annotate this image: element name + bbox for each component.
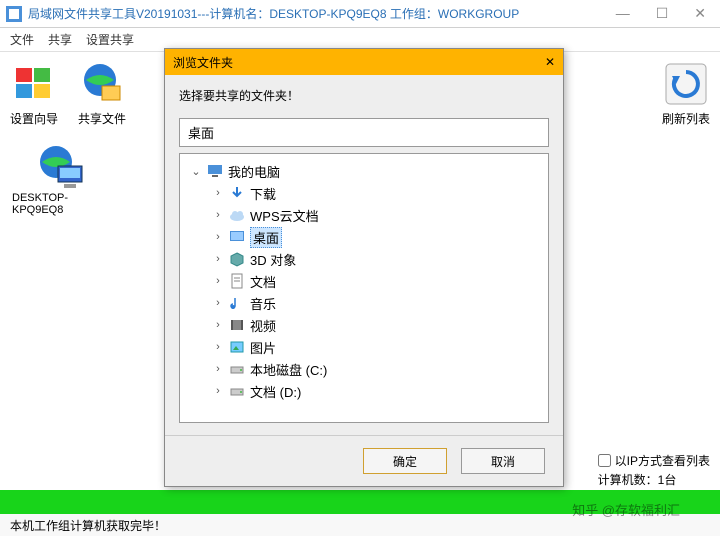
refresh-button[interactable]: 刷新列表 xyxy=(662,60,710,127)
window-title: 局域网文件共享工具V20191031---计算机名：DESKTOP-KPQ9EQ… xyxy=(28,5,519,22)
tree-label: 文档 xyxy=(250,272,276,291)
wizard-button[interactable]: 设置向导 xyxy=(10,60,58,127)
menu-set-share[interactable]: 设置共享 xyxy=(86,31,134,48)
tree-label: 本地磁盘 (C:) xyxy=(250,360,327,379)
computer-item[interactable]: DESKTOP-KPQ9EQ8 xyxy=(12,144,112,216)
dialog-titlebar: 浏览文件夹 ✕ xyxy=(165,49,563,75)
tree-label: 图片 xyxy=(250,338,276,357)
expand-icon[interactable]: › xyxy=(212,275,224,287)
tree-node-desktop[interactable]: › 桌面 xyxy=(184,226,544,248)
expand-icon[interactable]: › xyxy=(212,253,224,265)
computer-name-label: DESKTOP-KPQ9EQ8 xyxy=(12,192,112,216)
maximize-button[interactable]: ☐ xyxy=(648,3,677,24)
watermark: 知乎 @存软福利汇 xyxy=(572,500,680,519)
tree-node-videos[interactable]: › 视频 xyxy=(184,314,544,336)
computer-count-label: 计算机数：1台 xyxy=(598,471,677,488)
minimize-button[interactable]: — xyxy=(608,3,638,24)
status-text: 本机工作组计算机获取完毕！ xyxy=(10,517,166,534)
dialog-title-text: 浏览文件夹 xyxy=(173,54,233,71)
tree-node-mycomputer[interactable]: ⌄ 我的电脑 xyxy=(184,160,544,182)
ip-mode-label: 以IP方式查看列表 xyxy=(615,452,710,469)
menu-file[interactable]: 文件 xyxy=(10,31,34,48)
film-icon xyxy=(228,316,246,334)
tree-label: 我的电脑 xyxy=(228,162,280,181)
dialog-buttons: 确定 取消 xyxy=(165,435,563,486)
expand-icon[interactable]: › xyxy=(212,187,224,199)
expand-icon[interactable]: › xyxy=(212,319,224,331)
tree-label: 音乐 xyxy=(250,294,276,313)
browse-folder-dialog: 浏览文件夹 ✕ 选择要共享的文件夹！ 桌面 ⌄ 我的电脑 › 下载 › WPS云… xyxy=(164,48,564,487)
expand-icon[interactable]: › xyxy=(212,297,224,309)
cube-icon xyxy=(228,250,246,268)
dialog-prompt: 选择要共享的文件夹！ xyxy=(179,87,549,104)
tree-node-wps[interactable]: › WPS云文档 xyxy=(184,204,544,226)
drive-icon xyxy=(228,382,246,400)
refresh-label: 刷新列表 xyxy=(662,110,710,127)
expand-icon[interactable]: › xyxy=(212,341,224,353)
tree-label: 文档 (D:) xyxy=(250,382,301,401)
monitor-icon xyxy=(206,162,224,180)
share-file-label: 共享文件 xyxy=(78,110,126,127)
tree-label: 桌面 xyxy=(250,227,282,248)
tree-node-documents[interactable]: › 文档 xyxy=(184,270,544,292)
wizard-label: 设置向导 xyxy=(10,110,58,127)
expand-icon[interactable]: › xyxy=(212,231,224,243)
cloud-icon xyxy=(228,206,246,224)
expand-icon[interactable]: › xyxy=(212,385,224,397)
tree-node-pictures[interactable]: › 图片 xyxy=(184,336,544,358)
tree-label: 下载 xyxy=(250,184,276,203)
ip-mode-input[interactable] xyxy=(598,454,611,467)
tree-label: 3D 对象 xyxy=(250,250,296,269)
tree-node-downloads[interactable]: › 下载 xyxy=(184,182,544,204)
menu-share[interactable]: 共享 xyxy=(48,31,72,48)
expand-icon[interactable]: › xyxy=(212,363,224,375)
computer-globe-icon xyxy=(38,144,86,192)
tree-label: WPS云文档 xyxy=(250,206,319,225)
folder-tree[interactable]: ⌄ 我的电脑 › 下载 › WPS云文档 › 桌面 › xyxy=(179,153,549,423)
expand-icon[interactable]: ⌄ xyxy=(190,165,202,178)
tree-node-disk-c[interactable]: › 本地磁盘 (C:) xyxy=(184,358,544,380)
dialog-body: 选择要共享的文件夹！ 桌面 ⌄ 我的电脑 › 下载 › WPS云文档 › 桌 xyxy=(165,75,563,435)
windows-flag-icon xyxy=(10,60,58,108)
globe-folder-icon xyxy=(78,60,126,108)
right-bottom-panel: 以IP方式查看列表 计算机数：1台 xyxy=(598,452,710,488)
picture-icon xyxy=(228,338,246,356)
app-icon xyxy=(6,6,22,22)
share-file-button[interactable]: 共享文件 xyxy=(78,60,126,127)
tree-label: 视频 xyxy=(250,316,276,335)
download-arrow-icon xyxy=(228,184,246,202)
expand-icon[interactable]: › xyxy=(212,209,224,221)
drive-icon xyxy=(228,360,246,378)
tree-node-3dobjects[interactable]: › 3D 对象 xyxy=(184,248,544,270)
music-note-icon xyxy=(228,294,246,312)
window-controls: — ☐ ✕ xyxy=(608,3,714,24)
path-input[interactable]: 桌面 xyxy=(179,118,549,147)
cancel-button[interactable]: 取消 xyxy=(461,448,545,474)
desktop-icon xyxy=(228,228,246,246)
ip-mode-checkbox[interactable]: 以IP方式查看列表 xyxy=(598,452,710,469)
tree-node-disk-d[interactable]: › 文档 (D:) xyxy=(184,380,544,402)
close-button[interactable]: ✕ xyxy=(686,3,714,24)
document-icon xyxy=(228,272,246,290)
refresh-icon xyxy=(662,60,710,108)
dialog-close-button[interactable]: ✕ xyxy=(545,55,555,69)
titlebar: 局域网文件共享工具V20191031---计算机名：DESKTOP-KPQ9EQ… xyxy=(0,0,720,28)
tree-node-music[interactable]: › 音乐 xyxy=(184,292,544,314)
ok-button[interactable]: 确定 xyxy=(363,448,447,474)
